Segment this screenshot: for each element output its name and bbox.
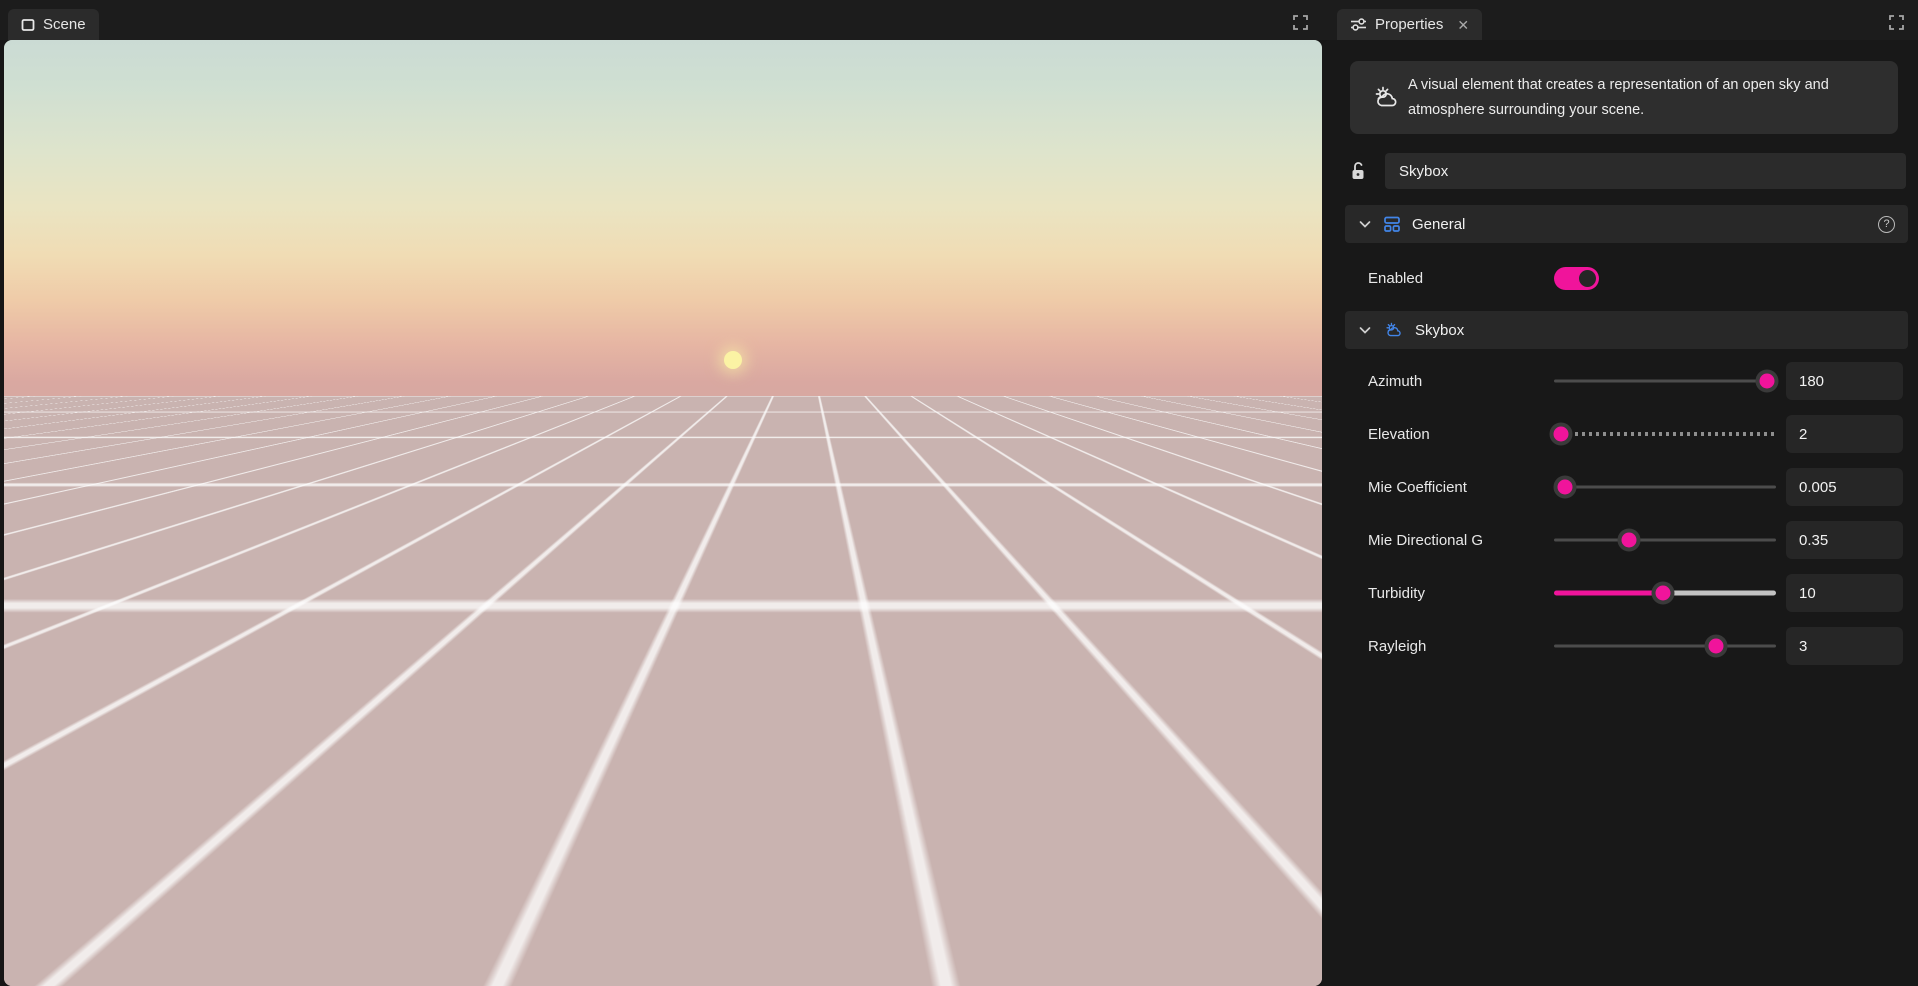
chevron-down-icon <box>1358 323 1372 337</box>
toolbar-item-rotate-left[interactable]: Q Rotate Left <box>107 962 220 983</box>
mie-coefficient-value[interactable]: 0.005 <box>1786 468 1903 506</box>
sun <box>724 351 742 369</box>
section-title-skybox: Skybox <box>1415 322 1464 339</box>
slider-handle[interactable] <box>1549 423 1572 446</box>
toggle-knob <box>1579 270 1596 287</box>
toolbar-item-focus[interactable]: F Focus <box>16 962 92 983</box>
horizon-haze <box>4 396 1322 516</box>
rayleigh-label: Rayleigh <box>1368 638 1554 655</box>
slider-handle[interactable] <box>1554 476 1577 499</box>
entity-name-input[interactable] <box>1385 153 1906 189</box>
section-header-general[interactable]: General ? <box>1345 205 1908 243</box>
toolbar-label: Focus <box>46 963 92 983</box>
slider-row-rayleigh: Rayleigh 3 <box>1368 627 1903 665</box>
expand-properties-icon[interactable] <box>1889 15 1904 30</box>
enabled-toggle[interactable] <box>1554 267 1599 290</box>
expand-scene-icon[interactable] <box>1293 15 1308 30</box>
gizmo-center <box>1242 870 1246 874</box>
skybox-section-icon <box>1383 321 1404 340</box>
component-description-card: A visual element that creates a represen… <box>1350 61 1898 134</box>
sun-cloud-icon <box>1364 84 1408 112</box>
toolbar-label: Deselect All <box>495 963 584 983</box>
toolbar-label: Grab <box>405 963 443 983</box>
rayleigh-slider[interactable] <box>1554 633 1776 659</box>
general-section-icon <box>1383 215 1401 233</box>
section-header-skybox[interactable]: Skybox <box>1345 311 1908 349</box>
section-title-general: General <box>1412 216 1465 233</box>
slider-handle[interactable] <box>1756 370 1779 393</box>
toolbar-item-deselect-all[interactable]: Esc Deselect All <box>458 962 584 983</box>
mie-directional-g-slider[interactable] <box>1554 527 1776 553</box>
elevation-slider[interactable] <box>1554 421 1776 447</box>
slider-row-turbidity: Turbidity 10 <box>1368 574 1903 612</box>
turbidity-label: Turbidity <box>1368 585 1554 602</box>
axis-y-label: Y <box>1235 836 1243 850</box>
keycap-g: G <box>375 962 396 983</box>
slider-row-elevation: Elevation 2 <box>1368 415 1903 453</box>
unlock-icon[interactable] <box>1348 161 1368 181</box>
scene-viewport[interactable]: Y X Z F Focus Q Rotate Left E Rotate Rig… <box>4 40 1322 986</box>
close-tab-icon[interactable]: ✕ <box>1457 18 1469 32</box>
help-icon[interactable]: ? <box>1878 216 1895 233</box>
properties-tabbar: Properties ✕ <box>1322 0 1918 40</box>
axis-gizmo[interactable]: Y X Z <box>1185 830 1295 940</box>
axis-neg-x[interactable] <box>1191 868 1209 886</box>
enabled-label: Enabled <box>1368 270 1554 287</box>
skybox-sky <box>4 40 1322 412</box>
component-description: A visual element that creates a represen… <box>1408 73 1886 123</box>
axis-x-label: X <box>1276 872 1284 886</box>
tab-properties-label: Properties <box>1375 16 1443 33</box>
azimuth-value[interactable]: 180 <box>1786 362 1903 400</box>
mie-directional-g-label: Mie Directional G <box>1368 532 1554 549</box>
elevation-value[interactable]: 2 <box>1786 415 1903 453</box>
azimuth-label: Azimuth <box>1368 373 1554 390</box>
slider-row-azimuth: Azimuth 180 <box>1368 362 1903 400</box>
keycap-f: F <box>16 962 37 983</box>
axis-neg-y[interactable] <box>1230 908 1248 926</box>
slider-row-mie-coefficient: Mie Coefficient 0.005 <box>1368 468 1903 506</box>
tab-properties[interactable]: Properties ✕ <box>1337 9 1482 40</box>
axis-z-label: Z <box>1232 878 1239 892</box>
toolbar-label: Rotate Left <box>137 963 220 983</box>
elevation-label: Elevation <box>1368 426 1554 443</box>
window-icon <box>21 18 35 32</box>
tab-scene[interactable]: Scene <box>8 9 99 40</box>
keycap-e: E <box>235 962 256 983</box>
slider-handle[interactable] <box>1618 529 1641 552</box>
toolbar-item-grab[interactable]: G Grab <box>375 962 443 983</box>
turbidity-slider[interactable] <box>1554 580 1776 606</box>
toolbar-item-rotate-right[interactable]: E Rotate Right <box>235 962 360 983</box>
slider-handle[interactable] <box>1651 582 1674 605</box>
scene-tabbar: Scene <box>0 0 1322 40</box>
properties-panel: A visual element that creates a represen… <box>1322 40 1918 986</box>
sliders-icon <box>1350 17 1367 32</box>
mie-coefficient-label: Mie Coefficient <box>1368 479 1554 496</box>
slider-handle[interactable] <box>1705 635 1728 658</box>
viewport-toolbar: F Focus Q Rotate Left E Rotate Right G G… <box>16 962 583 983</box>
turbidity-value[interactable]: 10 <box>1786 574 1903 612</box>
slider-row-mie-directional-g: Mie Directional G 0.35 <box>1368 521 1903 559</box>
mie-directional-g-value[interactable]: 0.35 <box>1786 521 1903 559</box>
toolbar-label: Rotate Right <box>265 963 360 983</box>
chevron-down-icon <box>1358 217 1372 231</box>
keycap-esc: Esc <box>458 962 486 983</box>
tab-scene-label: Scene <box>43 16 86 33</box>
mie-coefficient-slider[interactable] <box>1554 474 1776 500</box>
skybox-sliders: Azimuth 180 Elevation 2 Mie Coefficient <box>1368 362 1903 665</box>
enabled-row: Enabled <box>1368 260 1908 296</box>
app-root: Scene Properties ✕ <box>0 0 1918 986</box>
ground-grid <box>4 396 1322 986</box>
rayleigh-value[interactable]: 3 <box>1786 627 1903 665</box>
name-row <box>1348 152 1906 190</box>
azimuth-slider[interactable] <box>1554 368 1776 394</box>
keycap-q: Q <box>107 962 128 983</box>
